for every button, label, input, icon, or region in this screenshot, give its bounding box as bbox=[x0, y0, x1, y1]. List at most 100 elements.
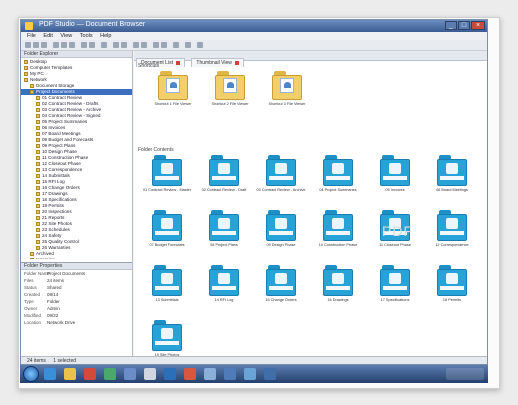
explorer-icon[interactable] bbox=[244, 368, 256, 380]
folder-icon bbox=[36, 215, 40, 220]
tree-item-label: 10 Design Phase bbox=[42, 149, 77, 154]
zoom-in-icon[interactable] bbox=[113, 42, 119, 48]
folder-item[interactable]: 08 Project Plans bbox=[199, 210, 249, 252]
redo-icon[interactable] bbox=[89, 42, 95, 48]
search-icon[interactable] bbox=[144, 368, 156, 380]
media-icon[interactable] bbox=[84, 368, 96, 380]
browser-icon[interactable] bbox=[44, 368, 56, 380]
calculator-icon[interactable] bbox=[204, 368, 216, 380]
folder-icon bbox=[36, 239, 40, 244]
cut-icon[interactable] bbox=[53, 42, 59, 48]
sort-icon[interactable] bbox=[161, 42, 167, 48]
property-row: Type Folder bbox=[21, 298, 132, 305]
folder-item[interactable]: 10 Construction Phase bbox=[313, 210, 363, 252]
folder-icon[interactable] bbox=[64, 368, 76, 380]
menu-tools[interactable]: Tools bbox=[80, 32, 93, 40]
tree-item[interactable]: Incoming bbox=[21, 257, 132, 259]
folder-tree: Desktop Computer Templates My PC Network Doc… bbox=[21, 59, 132, 259]
folder-caption: 07 Budget Forecasts bbox=[149, 243, 185, 247]
menu-edit[interactable]: Edit bbox=[43, 32, 52, 40]
watermark: PDF bbox=[382, 223, 413, 239]
print-icon[interactable] bbox=[101, 42, 107, 48]
toolbar bbox=[21, 40, 487, 51]
tree-item-label: Incoming bbox=[36, 257, 55, 259]
folder-item[interactable]: 17 Specifications bbox=[370, 265, 420, 307]
taskbar bbox=[20, 365, 488, 383]
folder-item[interactable]: 03 Contract Review - Archive bbox=[256, 155, 306, 197]
copy-icon[interactable] bbox=[61, 42, 67, 48]
view-icon[interactable] bbox=[153, 42, 159, 48]
content-panel: Document List Thumbnail View Shortcuts F… bbox=[134, 51, 487, 357]
tree-item-label: 17 Drawings bbox=[42, 191, 68, 196]
folder-icon bbox=[380, 155, 410, 187]
folder-item[interactable]: 18 Permits bbox=[427, 265, 477, 307]
folder-item[interactable]: 16 Drawings bbox=[313, 265, 363, 307]
folder-item[interactable]: 05 Invoices bbox=[370, 155, 420, 197]
mail-icon[interactable] bbox=[124, 368, 136, 380]
folder-icon bbox=[24, 71, 28, 76]
tree-item-label: 09 Project Plans bbox=[42, 143, 76, 148]
folder-item[interactable]: 09 Design Phase bbox=[256, 210, 306, 252]
folder-icon bbox=[36, 101, 40, 106]
property-value: Folder bbox=[47, 299, 60, 304]
minimize-button[interactable]: _ bbox=[445, 21, 457, 30]
menu-file[interactable]: File bbox=[27, 32, 36, 40]
forward-icon[interactable] bbox=[141, 42, 147, 48]
folder-item[interactable]: 13 Submittals bbox=[142, 265, 192, 307]
settings-icon[interactable] bbox=[264, 368, 276, 380]
save-icon[interactable] bbox=[41, 42, 47, 48]
maximize-button[interactable]: □ bbox=[458, 21, 470, 30]
shortcut-folder-icon bbox=[272, 71, 302, 101]
start-button-icon[interactable] bbox=[23, 366, 39, 382]
folder-item[interactable]: 02 Contract Review - Draft bbox=[199, 155, 249, 197]
shortcut-item[interactable]: Shortcut 2 File Viewer bbox=[205, 71, 255, 111]
paste-icon[interactable] bbox=[69, 42, 75, 48]
folder-item[interactable]: 04 Project Summaries bbox=[313, 155, 363, 197]
system-tray[interactable] bbox=[446, 368, 484, 380]
close-tab-icon[interactable] bbox=[175, 60, 180, 65]
help-icon[interactable] bbox=[197, 42, 203, 48]
folder-icon bbox=[30, 89, 34, 94]
folder-item[interactable]: 01 Contract Review - Master bbox=[142, 155, 192, 197]
menu-view[interactable]: View bbox=[60, 32, 72, 40]
folder-item[interactable]: 14 RFI Log bbox=[199, 265, 249, 307]
folder-icon bbox=[36, 119, 40, 124]
folder-item[interactable]: 07 Budget Forecasts bbox=[142, 210, 192, 252]
tree-item-label: 01 Contract Review bbox=[42, 95, 83, 100]
tab-thumbnail-view[interactable]: Thumbnail View bbox=[191, 58, 244, 67]
new-icon[interactable] bbox=[25, 42, 31, 48]
explorer-header: Folder Explorer bbox=[21, 51, 132, 58]
folder-item[interactable]: 15 Change Orders bbox=[256, 265, 306, 307]
menu-bar: File Edit View Tools Help bbox=[21, 32, 487, 40]
tree-item-label: 06 Invoices bbox=[42, 125, 66, 130]
shortcut-item[interactable]: Shortcut 3 File Viewer bbox=[262, 71, 312, 111]
folder-item[interactable]: 06 Board Meetings bbox=[427, 155, 477, 197]
menu-help[interactable]: Help bbox=[100, 32, 111, 40]
folder-icon bbox=[36, 95, 40, 100]
back-icon[interactable] bbox=[133, 42, 139, 48]
search-icon[interactable] bbox=[173, 42, 179, 48]
document-icon[interactable] bbox=[224, 368, 236, 380]
property-key: Owner bbox=[24, 306, 38, 311]
close-tab-icon[interactable] bbox=[234, 60, 239, 65]
folder-icon bbox=[36, 131, 40, 136]
zoom-out-icon[interactable] bbox=[121, 42, 127, 48]
property-row: Location Network Drive bbox=[21, 319, 132, 326]
shortcut-folder-icon bbox=[158, 71, 188, 101]
folder-caption: 13 Submittals bbox=[155, 298, 179, 302]
settings-icon[interactable] bbox=[185, 42, 191, 48]
network-icon[interactable] bbox=[164, 368, 176, 380]
folder-icon bbox=[323, 210, 353, 242]
close-button[interactable]: × bbox=[471, 21, 485, 30]
property-value: Project Documents bbox=[47, 271, 86, 276]
pdf-icon[interactable] bbox=[184, 368, 196, 380]
group-label-shortcuts: Shortcuts bbox=[138, 63, 160, 69]
folder-icon bbox=[30, 251, 34, 256]
tree-item-label: Network bbox=[30, 77, 47, 82]
open-icon[interactable] bbox=[33, 42, 39, 48]
shortcut-item[interactable]: Shortcut 1 File Viewer bbox=[148, 71, 198, 111]
app-icon[interactable] bbox=[104, 368, 116, 380]
undo-icon[interactable] bbox=[81, 42, 87, 48]
folder-icon bbox=[36, 149, 40, 154]
folder-item[interactable]: 12 Correspondence bbox=[427, 210, 477, 252]
